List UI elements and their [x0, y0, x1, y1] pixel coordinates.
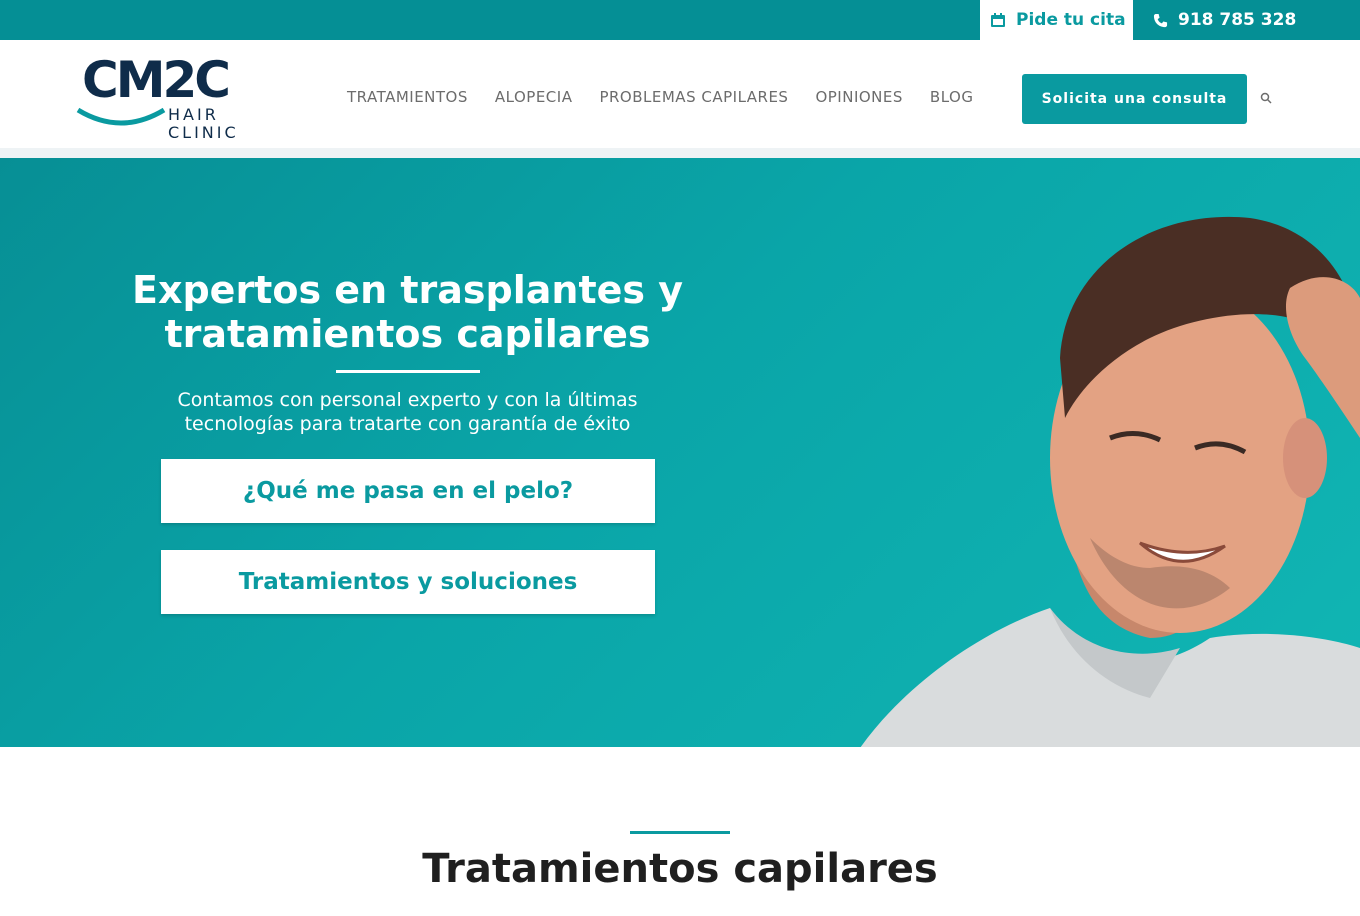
hero-title: Expertos en trasplantes y tratamientos c… [132, 268, 683, 356]
request-consultation-button[interactable]: Solicita una consulta [1022, 74, 1247, 124]
hero-divider [336, 370, 480, 373]
phone-icon [1153, 13, 1168, 27]
hero-banner: Expertos en trasplantes y tratamientos c… [0, 158, 1360, 747]
smile-icon [76, 107, 166, 126]
treatments-solutions-button[interactable]: Tratamientos y soluciones [161, 550, 655, 614]
section-title: Tratamientos capilares [422, 846, 938, 892]
calendar-icon [991, 13, 1005, 27]
logo-mark: CM2C [82, 51, 231, 109]
nav-item-problemas-capilares[interactable]: PROBLEMAS CAPILARES [599, 88, 788, 106]
search-icon[interactable] [1260, 92, 1272, 104]
phone-link[interactable]: 918 785 328 [1153, 0, 1296, 40]
logo-line-2: CLINIC [168, 123, 239, 142]
header-divider [0, 148, 1360, 158]
appointment-label: Pide tu cita [1016, 10, 1126, 30]
brand-logo[interactable]: CM2C HAIR CLINIC [76, 54, 246, 146]
nav-item-blog[interactable]: BLOG [930, 88, 974, 106]
nav-item-opiniones[interactable]: OPINIONES [815, 88, 902, 106]
phone-label: 918 785 328 [1178, 10, 1297, 30]
main-nav: TRATAMIENTOS ALOPECIA PROBLEMAS CAPILARE… [347, 88, 1000, 106]
hero-subtitle: Contamos con personal experto y con la ú… [177, 389, 638, 435]
nav-item-alopecia[interactable]: ALOPECIA [495, 88, 573, 106]
logo-line-1: HAIR [168, 105, 219, 124]
nav-item-tratamientos[interactable]: TRATAMIENTOS [347, 88, 468, 106]
section-divider [630, 831, 730, 834]
appointment-link[interactable]: Pide tu cita [980, 0, 1133, 40]
hero-person-image [860, 216, 1360, 747]
what-happens-button[interactable]: ¿Qué me pasa en el pelo? [161, 459, 655, 523]
top-bar: Pide tu cita 918 785 328 [0, 0, 1360, 40]
